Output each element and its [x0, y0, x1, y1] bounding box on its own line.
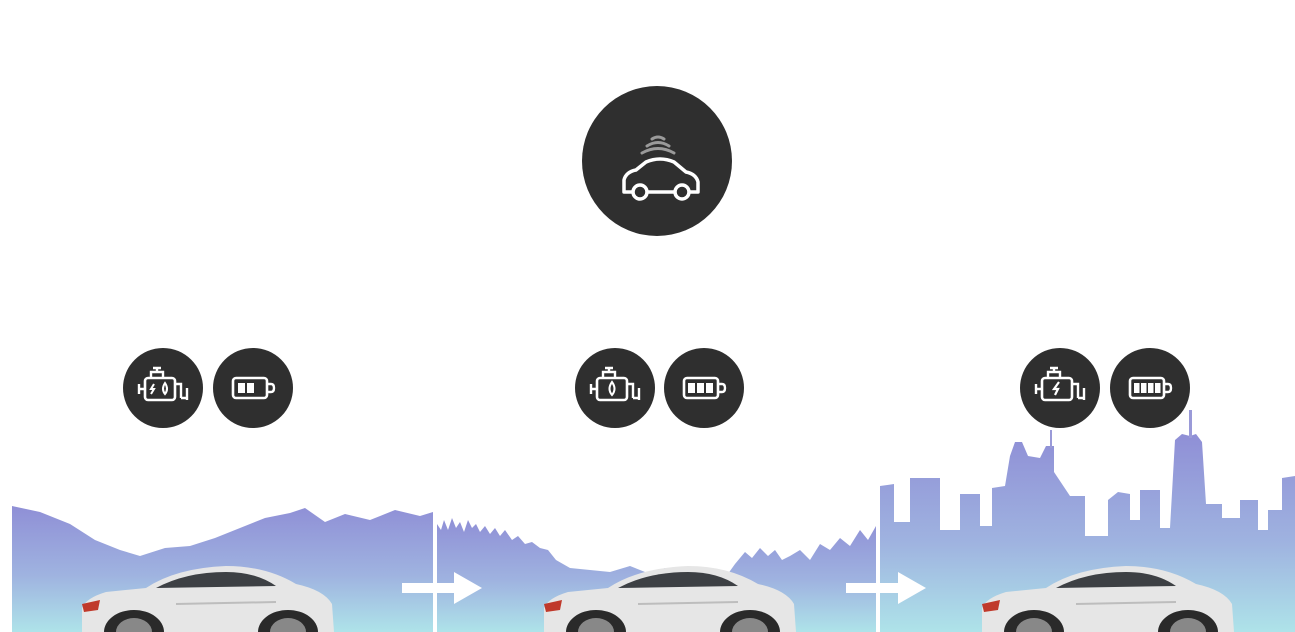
arrow-right-icon	[846, 572, 926, 604]
engine-electric-icon	[1034, 366, 1086, 402]
hybrid-diagram	[0, 0, 1295, 632]
city-spire	[1189, 410, 1192, 438]
car-2	[544, 566, 796, 632]
battery-badge-3	[1110, 348, 1190, 428]
engine-badge-1	[123, 348, 203, 428]
car-1	[82, 566, 334, 632]
battery-low-icon	[231, 376, 276, 400]
engine-badge-2	[575, 348, 655, 428]
connected-car-icon	[622, 135, 700, 201]
arrow-right-icon	[402, 572, 482, 604]
engine-badge-3	[1020, 348, 1100, 428]
city-spire-2	[1050, 430, 1052, 448]
car-3	[982, 566, 1234, 632]
battery-badge-1	[213, 348, 293, 428]
engine-fuel-and-electric-icon	[137, 366, 189, 402]
battery-badge-2	[664, 348, 744, 428]
engine-fuel-icon	[589, 366, 641, 402]
connected-car-badge	[582, 86, 732, 236]
battery-medium-icon	[682, 376, 727, 400]
battery-full-icon	[1128, 376, 1173, 400]
